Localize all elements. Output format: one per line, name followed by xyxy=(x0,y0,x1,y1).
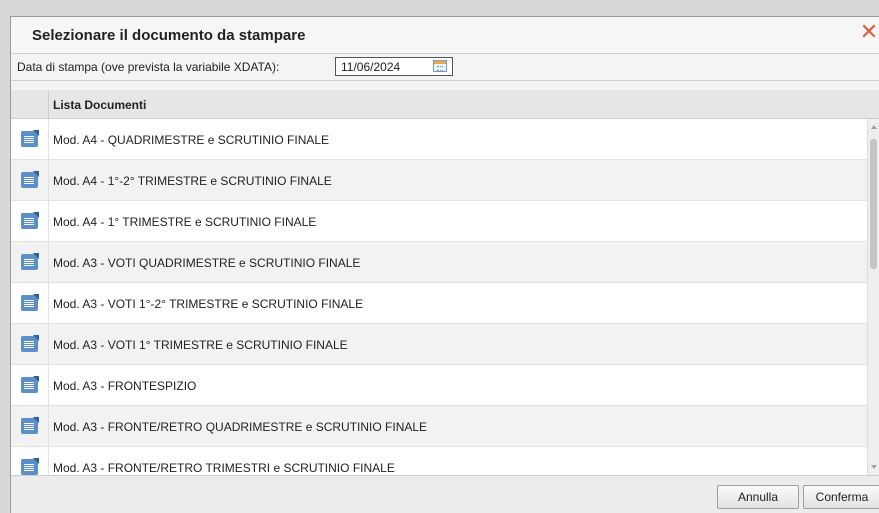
document-row[interactable]: Mod. A3 - FRONTE/RETRO QUADRIMESTRE e SC… xyxy=(11,406,868,447)
header-icon-column xyxy=(11,90,49,118)
row-icon-cell xyxy=(11,447,49,475)
close-icon[interactable]: ✕ xyxy=(859,22,879,44)
row-icon-cell xyxy=(11,201,49,241)
document-list-header: Lista Documenti xyxy=(11,90,879,119)
document-icon xyxy=(21,130,39,147)
document-row-label[interactable]: Mod. A4 - 1°-2° TRIMESTRE e SCRUTINIO FI… xyxy=(53,174,332,188)
calendar-icon[interactable] xyxy=(433,60,447,72)
document-row[interactable]: Mod. A4 - QUADRIMESTRE e SCRUTINIO FINAL… xyxy=(11,119,868,160)
document-row[interactable]: Mod. A3 - FRONTESPIZIO xyxy=(11,365,868,406)
document-list-grid: Lista Documenti Mod. A4 - QUADRIMESTRE e… xyxy=(11,90,879,475)
document-icon xyxy=(21,335,39,352)
scroll-up-arrow-icon[interactable] xyxy=(871,125,877,129)
document-icon xyxy=(21,458,39,475)
dialog-title: Selezionare il documento da stampare xyxy=(32,27,306,44)
print-date-value[interactable]: 11/06/2024 xyxy=(341,60,400,74)
vertical-scrollbar[interactable] xyxy=(867,119,879,475)
document-row-label[interactable]: Mod. A3 - VOTI 1°-2° TRIMESTRE e SCRUTIN… xyxy=(53,297,363,311)
row-icon-cell xyxy=(11,160,49,200)
document-row[interactable]: Mod. A4 - 1°-2° TRIMESTRE e SCRUTINIO FI… xyxy=(11,160,868,201)
row-icon-cell xyxy=(11,119,49,159)
document-row[interactable]: Mod. A3 - VOTI QUADRIMESTRE e SCRUTINIO … xyxy=(11,242,868,283)
document-icon xyxy=(21,417,39,434)
row-icon-cell xyxy=(11,406,49,446)
print-date-field[interactable]: 11/06/2024 xyxy=(335,57,453,76)
dialog-titlebar: Selezionare il documento da stampare ✕ xyxy=(11,17,879,54)
document-row[interactable]: Mod. A3 - VOTI 1°-2° TRIMESTRE e SCRUTIN… xyxy=(11,283,868,324)
column-header-lista-documenti[interactable]: Lista Documenti xyxy=(53,98,146,112)
print-document-dialog: Selezionare il documento da stampare ✕ D… xyxy=(10,16,879,513)
document-icon xyxy=(21,171,39,188)
document-icon xyxy=(21,294,39,311)
document-icon xyxy=(21,376,39,393)
scrollbar-thumb[interactable] xyxy=(870,139,877,269)
scroll-down-arrow-icon[interactable] xyxy=(871,465,877,469)
row-icon-cell xyxy=(11,242,49,282)
row-icon-cell xyxy=(11,283,49,323)
row-icon-cell xyxy=(11,324,49,364)
document-row-label[interactable]: Mod. A4 - QUADRIMESTRE e SCRUTINIO FINAL… xyxy=(53,133,329,147)
document-row[interactable]: Mod. A3 - VOTI 1° TRIMESTRE e SCRUTINIO … xyxy=(11,324,868,365)
document-row[interactable]: Mod. A4 - 1° TRIMESTRE e SCRUTINIO FINAL… xyxy=(11,201,868,242)
document-row-label[interactable]: Mod. A3 - FRONTE/RETRO TRIMESTRI e SCRUT… xyxy=(53,461,395,475)
document-row[interactable]: Mod. A3 - FRONTE/RETRO TRIMESTRI e SCRUT… xyxy=(11,447,868,475)
document-icon xyxy=(21,212,39,229)
document-row-label[interactable]: Mod. A3 - FRONTESPIZIO xyxy=(53,379,196,393)
print-date-label: Data di stampa (ove prevista la variabil… xyxy=(17,60,280,74)
confirm-button[interactable]: Conferma xyxy=(803,485,879,509)
cancel-button[interactable]: Annulla xyxy=(717,485,799,509)
dialog-footer: Annulla Conferma xyxy=(11,475,879,513)
document-row-label[interactable]: Mod. A3 - VOTI 1° TRIMESTRE e SCRUTINIO … xyxy=(53,338,348,352)
document-list: Mod. A4 - QUADRIMESTRE e SCRUTINIO FINAL… xyxy=(11,119,868,475)
document-row-label[interactable]: Mod. A3 - FRONTE/RETRO QUADRIMESTRE e SC… xyxy=(53,420,427,434)
document-row-label[interactable]: Mod. A4 - 1° TRIMESTRE e SCRUTINIO FINAL… xyxy=(53,215,316,229)
row-icon-cell xyxy=(11,365,49,405)
document-row-label[interactable]: Mod. A3 - VOTI QUADRIMESTRE e SCRUTINIO … xyxy=(53,256,360,270)
print-date-bar: Data di stampa (ove prevista la variabil… xyxy=(11,54,879,81)
document-icon xyxy=(21,253,39,270)
